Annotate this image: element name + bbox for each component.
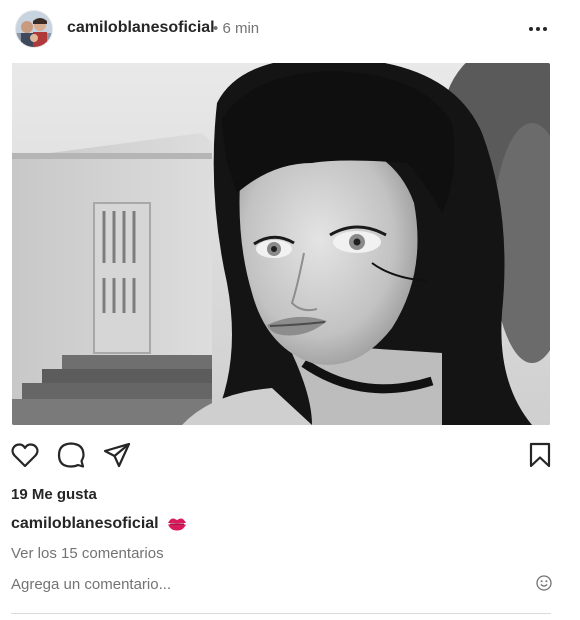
meta-separator: • (213, 20, 219, 37)
avatar-image (16, 11, 52, 47)
smiley-icon (536, 575, 552, 591)
post-timestamp: • 6 min (213, 20, 259, 37)
time-ago: 6 min (222, 20, 260, 37)
bookmark-icon (529, 442, 551, 468)
comment-input[interactable] (11, 573, 531, 595)
caption-username[interactable]: camiloblanesoficial (11, 515, 159, 533)
share-icon (103, 442, 131, 468)
post-header: camiloblanesoficial • 6 min (0, 0, 580, 58)
kiss-emoji-icon (167, 516, 187, 532)
likes-count[interactable]: 19 Me gusta (11, 486, 97, 503)
emoji-picker-button[interactable] (536, 575, 552, 591)
avatar[interactable] (16, 11, 52, 47)
save-button[interactable] (525, 440, 555, 470)
heart-icon (11, 443, 39, 468)
portrait-photo (12, 63, 550, 425)
comment-button[interactable] (56, 440, 86, 470)
post-image[interactable] (12, 63, 550, 425)
action-bar (0, 436, 580, 472)
divider (11, 613, 551, 614)
view-comments-link[interactable]: Ver los 15 comentarios (11, 545, 164, 562)
post-username[interactable]: camiloblanesoficial (67, 19, 215, 37)
more-icon (529, 27, 547, 31)
instagram-post: camiloblanesoficial • 6 min 19 Me gusta … (0, 0, 580, 620)
comment-icon (57, 442, 85, 468)
more-options-button[interactable] (526, 20, 550, 38)
caption: camiloblanesoficial (11, 515, 187, 533)
share-button[interactable] (102, 440, 132, 470)
like-button[interactable] (10, 440, 40, 470)
